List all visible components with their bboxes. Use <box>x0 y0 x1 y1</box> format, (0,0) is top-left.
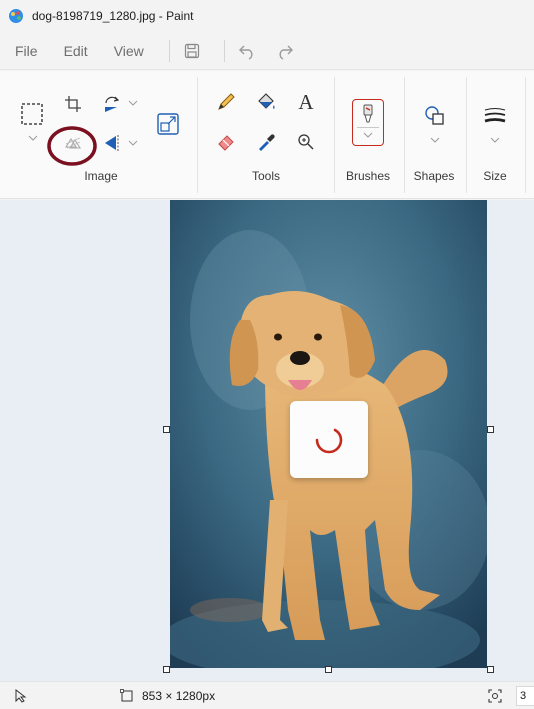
shapes-button[interactable] <box>420 101 450 131</box>
fill-button[interactable] <box>251 87 281 117</box>
fill-icon <box>258 93 275 109</box>
select-icon <box>21 103 43 125</box>
group-divider <box>334 77 335 193</box>
image-dimensions: 853 × 1280px <box>142 689 216 703</box>
shapes-icon <box>425 106 444 125</box>
annotation-circle <box>47 126 97 166</box>
zoom-value: 3 <box>520 690 527 702</box>
eraser-button[interactable] <box>211 127 241 157</box>
menu-divider <box>168 39 170 62</box>
rotate-button[interactable] <box>97 89 127 119</box>
save-icon <box>184 43 199 58</box>
chevron-down-icon[interactable] <box>28 135 38 141</box>
resize-handle-right[interactable] <box>487 426 494 433</box>
undo-button[interactable] <box>233 37 261 65</box>
redo-icon <box>279 45 293 60</box>
menu-file[interactable]: File <box>6 37 47 65</box>
chevron-down-icon[interactable] <box>363 132 373 138</box>
button-divider <box>357 127 379 128</box>
window-title: dog-8198719_1280.jpg - Paint <box>32 9 194 23</box>
crop-button[interactable] <box>58 89 88 119</box>
image-group-label: Image <box>84 169 118 183</box>
ribbon-toolbar: Image A Tools Brushes Shapes Size <box>0 71 534 199</box>
paint-app-icon <box>9 9 23 23</box>
brush-icon <box>363 104 373 123</box>
undo-icon <box>238 45 253 60</box>
color-picker-button[interactable] <box>251 127 281 157</box>
rotate-icon <box>105 96 120 112</box>
select-button[interactable] <box>17 99 47 129</box>
pointer-icon <box>15 689 27 703</box>
resize-icon <box>157 113 179 135</box>
status-bar: 853 × 1280px 3 <box>0 681 534 709</box>
redo-button[interactable] <box>271 37 299 65</box>
title-bar: dog-8198719_1280.jpg - Paint <box>0 0 534 32</box>
magnifier-icon <box>298 134 314 150</box>
chevron-down-icon[interactable] <box>490 137 500 143</box>
flip-button[interactable] <box>97 128 127 158</box>
chevron-down-icon[interactable] <box>430 137 440 143</box>
zoom-field[interactable]: 3 <box>516 686 534 706</box>
resize-handle-left[interactable] <box>163 426 170 433</box>
menu-view[interactable]: View <box>105 37 153 65</box>
group-divider <box>197 77 198 193</box>
resize-handle-bottom-right[interactable] <box>487 666 494 673</box>
fit-to-window-icon[interactable] <box>487 688 503 704</box>
brushes-group-label: Brushes <box>345 169 391 183</box>
resize-button[interactable] <box>153 109 183 139</box>
pencil-icon <box>218 93 235 110</box>
color-picker-icon <box>259 134 275 151</box>
group-divider <box>525 77 526 193</box>
text-button[interactable]: A <box>291 87 321 117</box>
text-icon: A <box>298 89 314 114</box>
chevron-down-icon[interactable] <box>128 140 138 146</box>
resize-handle-bottom[interactable] <box>325 666 332 673</box>
magnifier-button[interactable] <box>291 127 321 157</box>
selection-size-icon <box>120 689 133 702</box>
brushes-button[interactable] <box>352 99 384 146</box>
menu-edit[interactable]: Edit <box>55 37 97 65</box>
menu-bar: File Edit View <box>0 32 534 70</box>
chevron-down-icon[interactable] <box>128 100 138 106</box>
loading-overlay <box>290 401 368 478</box>
crop-icon <box>65 96 81 112</box>
size-button[interactable] <box>480 101 510 131</box>
size-group-label: Size <box>483 169 507 183</box>
shapes-group-label: Shapes <box>413 169 455 183</box>
group-divider <box>404 77 405 193</box>
flip-icon <box>105 135 119 151</box>
menu-divider <box>223 39 225 62</box>
save-button[interactable] <box>178 37 206 65</box>
resize-handle-bottom-left[interactable] <box>163 666 170 673</box>
tools-group-label: Tools <box>251 169 280 183</box>
loading-spinner-icon <box>315 428 343 453</box>
eraser-icon <box>218 135 234 151</box>
pencil-button[interactable] <box>211 87 241 117</box>
size-icon <box>484 108 506 123</box>
group-divider <box>466 77 467 193</box>
